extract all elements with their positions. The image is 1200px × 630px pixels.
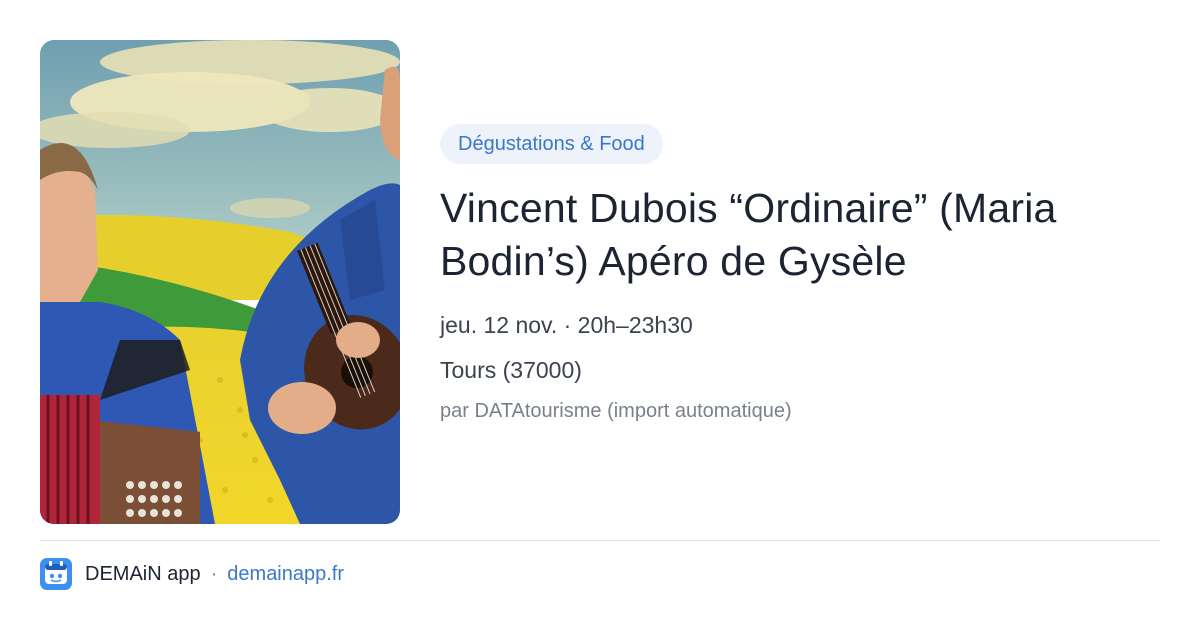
event-info: Dégustations & Food Vincent Dubois “Ordi…	[440, 124, 1160, 425]
event-location: Tours (37000)	[440, 357, 582, 383]
event-share-card: Dégustations & Food Vincent Dubois “Ordi…	[0, 0, 1200, 630]
event-source: par DATAtourisme (import automatique)	[440, 400, 792, 422]
event-date: jeu. 12 nov. · 20h–23h30	[440, 312, 693, 338]
footer: DEMAiN app · demainapp.fr	[40, 558, 344, 590]
app-url-link[interactable]: demainapp.fr	[227, 563, 344, 586]
category-badge[interactable]: Dégustations & Food	[440, 124, 663, 164]
demain-logo-icon[interactable]	[40, 558, 72, 590]
event-image[interactable]	[40, 40, 400, 524]
footer-separator: ·	[210, 562, 218, 585]
event-title[interactable]: Vincent Dubois “Ordinaire” (Maria Bodin’…	[440, 182, 1140, 288]
footer-divider	[40, 540, 1160, 541]
app-name: DEMAiN app	[85, 562, 201, 585]
